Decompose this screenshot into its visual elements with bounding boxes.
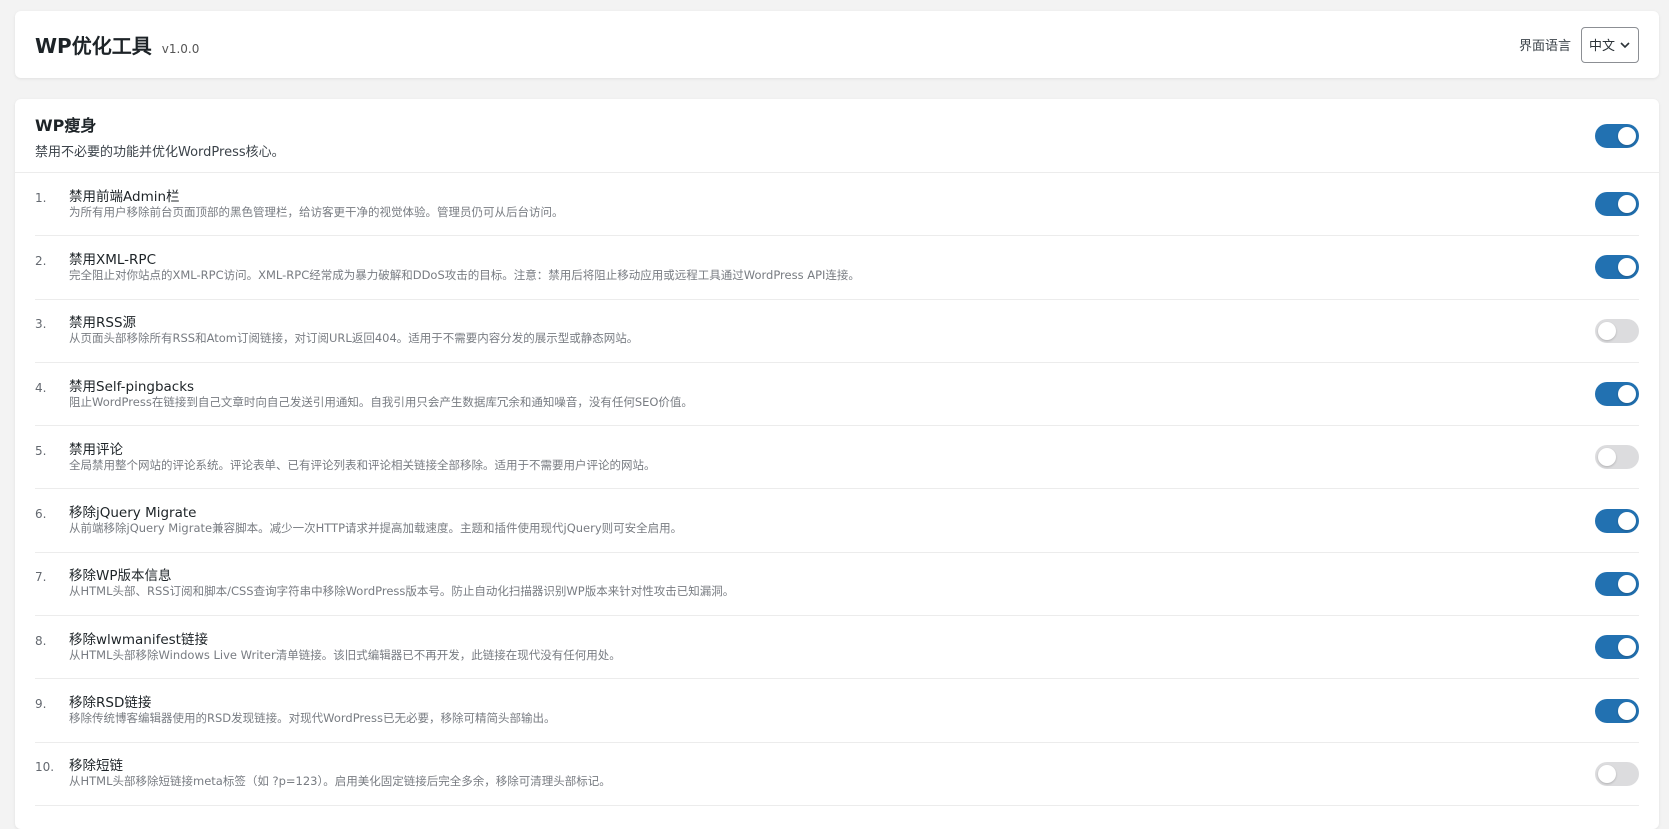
option-title: 移除WP版本信息 xyxy=(69,568,172,585)
option-toggle[interactable] xyxy=(1595,508,1639,533)
app-title: WP优化工具 xyxy=(35,34,152,58)
option-toggle[interactable] xyxy=(1595,635,1639,660)
option-row: 8. 移除wlwmanifest链接 从HTML头部移除Windows Live W… xyxy=(35,616,1639,680)
option-row: 3. 禁用RSS源 从页面头部移除所有RSS和Atom订阅链接，对订阅URL返回40… xyxy=(35,300,1639,363)
option-info: 3. 禁用RSS源 从页面头部移除所有RSS和Atom订阅链接，对订阅URL返回40… xyxy=(35,315,638,346)
option-info: 10. 移除短链 从HTML头部移除短链接meta标签（如 ?p=123）。启用美化… xyxy=(35,758,611,789)
section-description: 禁用不必要的功能并优化WordPress核心。 xyxy=(35,144,285,160)
option-number: 10. xyxy=(35,760,55,775)
option-info: 8. 移除wlwmanifest链接 从HTML头部移除Windows Live W… xyxy=(35,632,621,663)
option-description: 阻止WordPress在链接到自己文章时向自己发送引用通知。自我引用只会产生数据… xyxy=(69,394,693,409)
option-description: 完全阻止对你站点的XML-RPC访问。XML-RPC经常成为暴力破解和DDoS攻… xyxy=(69,267,860,282)
option-info: 9. 移除RSD链接 移除传统博客编辑器使用的RSD发现链接。对现代WordPres… xyxy=(35,695,555,726)
option-row: 9. 移除RSD链接 移除传统博客编辑器使用的RSD发现链接。对现代WordPres… xyxy=(35,679,1639,743)
toggle-knob xyxy=(1598,764,1616,783)
section-header: WP瘦身 禁用不必要的功能并优化WordPress核心。 xyxy=(15,99,1659,173)
section-title: WP瘦身 xyxy=(35,115,97,135)
option-row: 4. 禁用Self-pingbacks 阻止WordPress在链接到自己文章时向自… xyxy=(35,363,1639,427)
toggle-knob xyxy=(1598,321,1616,340)
toggle-knob xyxy=(1618,701,1636,720)
chevron-down-icon xyxy=(1620,41,1630,48)
option-row: 7. 移除WP版本信息 从HTML头部、RSS订阅和脚本/CSS查询字符串中移除Wo… xyxy=(35,553,1639,617)
option-toggle[interactable] xyxy=(1595,318,1639,343)
language-select[interactable]: 中文 xyxy=(1581,26,1639,63)
app-version: v1.0.0 xyxy=(161,42,200,56)
option-row: 5. 禁用评论 全局禁用整个网站的评论系统。评论表单、已有评论列表和评论相关链接全部… xyxy=(35,426,1639,490)
option-description: 从HTML头部移除短链接meta标签（如 ?p=123）。启用美化固定链接后完全… xyxy=(69,774,611,789)
option-list: 1. 禁用前端Admin栏 为所有用户移除前台页面顶部的黑色管理栏，给访客更干净的视… xyxy=(15,173,1659,806)
option-title: 移除wlwmanifest链接 xyxy=(69,631,208,648)
option-description: 为所有用户移除前台页面顶部的黑色管理栏，给访客更干净的视觉体验。管理员仍可从后台… xyxy=(69,204,564,219)
option-toggle[interactable] xyxy=(1595,445,1639,470)
option-description: 移除传统博客编辑器使用的RSD发现链接。对现代WordPress已无必要，移除可… xyxy=(69,711,556,726)
option-number: 5. xyxy=(35,443,47,458)
option-number: 4. xyxy=(35,380,47,395)
toggle-knob xyxy=(1618,638,1636,657)
option-toggle[interactable] xyxy=(1595,382,1639,407)
option-title: 禁用Self-pingbacks xyxy=(69,378,195,395)
option-title: 移除短链 xyxy=(69,758,123,775)
option-number: 7. xyxy=(35,570,47,585)
option-description: 从前端移除jQuery Migrate兼容脚本。减少一次HTTP请求并提高加载速… xyxy=(69,521,683,536)
option-title: 禁用XML-RPC xyxy=(69,251,156,268)
option-number: 1. xyxy=(35,190,47,205)
option-info: 2. 禁用XML-RPC 完全阻止对你站点的XML-RPC访问。XML-RPC经常成… xyxy=(35,252,860,283)
toggle-knob xyxy=(1598,448,1616,467)
option-toggle[interactable] xyxy=(1595,255,1639,280)
option-toggle[interactable] xyxy=(1595,761,1639,786)
brand: WP优化工具 v1.0.0 xyxy=(35,30,199,59)
toggle-knob xyxy=(1618,511,1636,530)
app-header: WP优化工具 v1.0.0 界面语言 中文 xyxy=(15,11,1659,78)
option-info: 4. 禁用Self-pingbacks 阻止WordPress在链接到自己文章时向自… xyxy=(35,379,693,410)
option-row: 1. 禁用前端Admin栏 为所有用户移除前台页面顶部的黑色管理栏，给访客更干净的视… xyxy=(35,173,1639,237)
option-number: 2. xyxy=(35,253,47,268)
option-title: 移除RSD链接 xyxy=(69,695,152,712)
option-info: 7. 移除WP版本信息 从HTML头部、RSS订阅和脚本/CSS查询字符串中移除Wo… xyxy=(35,568,734,599)
option-description: 从HTML头部、RSS订阅和脚本/CSS查询字符串中移除WordPress版本号… xyxy=(69,584,735,599)
option-row: 6. 移除jQuery Migrate 从前端移除jQuery Migrate兼容脚… xyxy=(35,489,1639,553)
option-info: 5. 禁用评论 全局禁用整个网站的评论系统。评论表单、已有评论列表和评论相关链接全部… xyxy=(35,442,656,473)
toggle-knob xyxy=(1618,195,1636,214)
toggle-knob xyxy=(1618,258,1636,277)
option-title: 移除jQuery Migrate xyxy=(69,505,197,522)
option-description: 全局禁用整个网站的评论系统。评论表单、已有评论列表和评论相关链接全部移除。适用于… xyxy=(69,457,656,472)
language-switcher: 界面语言 中文 xyxy=(1518,26,1639,63)
option-row: 2. 禁用XML-RPC 完全阻止对你站点的XML-RPC访问。XML-RPC经常成… xyxy=(35,236,1639,300)
option-title: 禁用前端Admin栏 xyxy=(69,188,180,205)
option-description: 从HTML头部移除Windows Live Writer清单链接。该旧式编辑器已… xyxy=(69,647,621,662)
option-number: 3. xyxy=(35,317,47,332)
option-number: 6. xyxy=(35,507,47,522)
option-info: 1. 禁用前端Admin栏 为所有用户移除前台页面顶部的黑色管理栏，给访客更干净的视… xyxy=(35,189,564,220)
optimization-panel: WP瘦身 禁用不必要的功能并优化WordPress核心。 1. 禁用前端Admin… xyxy=(15,99,1659,829)
option-toggle[interactable] xyxy=(1595,698,1639,723)
toggle-knob xyxy=(1618,126,1636,145)
option-toggle[interactable] xyxy=(1595,192,1639,217)
option-title: 禁用RSS源 xyxy=(69,315,137,332)
option-title: 禁用评论 xyxy=(69,441,123,458)
section-toggle[interactable] xyxy=(1595,123,1639,148)
option-info: 6. 移除jQuery Migrate 从前端移除jQuery Migrate兼容脚… xyxy=(35,505,682,536)
option-number: 8. xyxy=(35,633,47,648)
toggle-knob xyxy=(1618,574,1636,593)
option-number: 9. xyxy=(35,697,47,712)
option-row: 10. 移除短链 从HTML头部移除短链接meta标签（如 ?p=123）。启用美化… xyxy=(35,743,1639,806)
language-label: 界面语言 xyxy=(1518,39,1571,54)
language-value: 中文 xyxy=(1588,39,1615,54)
toggle-knob xyxy=(1618,385,1636,404)
option-toggle[interactable] xyxy=(1595,571,1639,596)
option-description: 从页面头部移除所有RSS和Atom订阅链接，对订阅URL返回404。适用于不需要… xyxy=(69,331,639,346)
